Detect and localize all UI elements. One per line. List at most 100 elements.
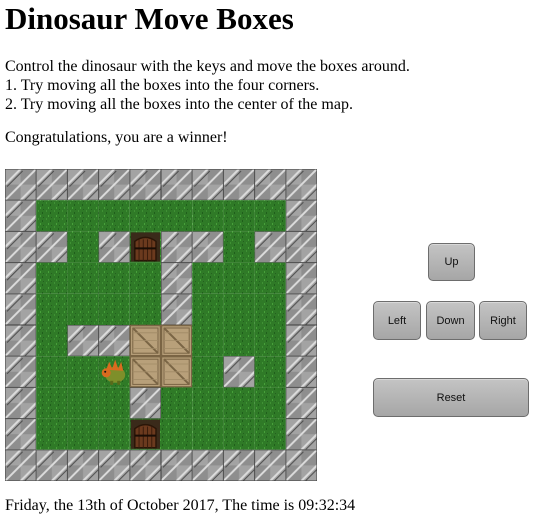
grass-tile bbox=[98, 418, 130, 450]
wall-tile bbox=[285, 418, 317, 450]
grass-tile bbox=[67, 293, 99, 325]
grass-tile bbox=[223, 325, 255, 357]
date-time-footer: Friday, the 13th of October 2017, The ti… bbox=[5, 497, 356, 514]
crate-box bbox=[160, 324, 193, 357]
grass-tile bbox=[67, 262, 99, 294]
wall-tile bbox=[36, 169, 68, 201]
wall-tile bbox=[254, 449, 286, 481]
instruction-intro: Control the dinosaur with the keys and m… bbox=[5, 58, 410, 75]
grass-tile bbox=[192, 200, 224, 232]
left-button[interactable]: Left bbox=[373, 301, 421, 340]
grass-tile bbox=[36, 200, 68, 232]
wall-tile bbox=[5, 200, 37, 232]
grass-tile bbox=[254, 387, 286, 419]
wall-tile bbox=[285, 231, 317, 263]
grass-tile bbox=[223, 387, 255, 419]
wall-tile bbox=[129, 449, 161, 481]
wall-tile bbox=[285, 449, 317, 481]
wall-tile bbox=[5, 356, 37, 388]
wall-tile bbox=[5, 387, 37, 419]
wall-tile bbox=[67, 449, 99, 481]
wall-tile bbox=[254, 169, 286, 201]
grass-tile bbox=[36, 325, 68, 357]
right-button[interactable]: Right bbox=[479, 301, 527, 340]
instruction-goal-corners: 1. Try moving all the boxes into the fou… bbox=[5, 77, 320, 94]
wall-tile bbox=[98, 231, 130, 263]
game-board bbox=[5, 169, 317, 481]
wall-tile bbox=[161, 293, 193, 325]
grass-tile bbox=[36, 293, 68, 325]
grass-tile bbox=[223, 200, 255, 232]
wall-tile bbox=[285, 293, 317, 325]
grass-tile bbox=[67, 418, 99, 450]
grass-tile bbox=[36, 356, 68, 388]
wall-tile bbox=[223, 169, 255, 201]
wall-tile bbox=[36, 231, 68, 263]
grass-tile bbox=[161, 200, 193, 232]
grass-tile bbox=[223, 418, 255, 450]
grass-tile bbox=[254, 262, 286, 294]
grass-tile bbox=[67, 356, 99, 388]
crate-box bbox=[160, 355, 193, 388]
grass-tile bbox=[192, 387, 224, 419]
down-button[interactable]: Down bbox=[426, 301, 475, 340]
wall-tile bbox=[254, 231, 286, 263]
wall-tile bbox=[129, 387, 161, 419]
grass-tile bbox=[223, 262, 255, 294]
wall-tile bbox=[5, 231, 37, 263]
grass-tile bbox=[36, 418, 68, 450]
wall-tile bbox=[98, 449, 130, 481]
wall-tile bbox=[223, 449, 255, 481]
grass-tile bbox=[98, 387, 130, 419]
grass-tile bbox=[129, 262, 161, 294]
door-tile bbox=[130, 419, 160, 449]
wall-tile bbox=[285, 356, 317, 388]
grass-tile bbox=[192, 418, 224, 450]
wall-tile bbox=[192, 449, 224, 481]
wall-tile bbox=[5, 262, 37, 294]
instruction-goal-center: 2. Try moving all the boxes into the cen… bbox=[5, 96, 353, 113]
grass-tile bbox=[67, 231, 99, 263]
grass-tile bbox=[223, 293, 255, 325]
wall-tile bbox=[5, 449, 37, 481]
win-message: Congratulations, you are a winner! bbox=[5, 129, 228, 146]
grass-tile bbox=[254, 356, 286, 388]
grass-tile bbox=[254, 200, 286, 232]
grass-tile bbox=[254, 325, 286, 357]
grass-tile bbox=[254, 418, 286, 450]
wall-tile bbox=[192, 231, 224, 263]
wall-tile bbox=[5, 169, 37, 201]
reset-button[interactable]: Reset bbox=[373, 378, 529, 417]
grass-tile bbox=[67, 200, 99, 232]
door-tile bbox=[130, 232, 160, 262]
wall-tile bbox=[67, 169, 99, 201]
grass-tile bbox=[36, 387, 68, 419]
wall-tile bbox=[161, 449, 193, 481]
grass-tile bbox=[98, 293, 130, 325]
wall-tile bbox=[161, 169, 193, 201]
wall-tile bbox=[98, 169, 130, 201]
page-title: Dinosaur Move Boxes bbox=[5, 1, 294, 36]
up-button[interactable]: Up bbox=[428, 243, 475, 281]
wall-tile bbox=[285, 262, 317, 294]
wall-tile bbox=[285, 325, 317, 357]
grass-tile bbox=[192, 293, 224, 325]
wall-tile bbox=[67, 325, 99, 357]
wall-tile bbox=[223, 356, 255, 388]
grass-tile bbox=[223, 231, 255, 263]
wall-tile bbox=[161, 262, 193, 294]
wall-tile bbox=[36, 449, 68, 481]
wall-tile bbox=[285, 200, 317, 232]
wall-tile bbox=[285, 169, 317, 201]
grass-tile bbox=[98, 262, 130, 294]
wall-tile bbox=[161, 231, 193, 263]
crate-box bbox=[129, 324, 162, 357]
grass-tile bbox=[192, 325, 224, 357]
grass-tile bbox=[192, 356, 224, 388]
crate-box bbox=[129, 355, 162, 388]
wall-tile bbox=[192, 169, 224, 201]
grass-tile bbox=[161, 387, 193, 419]
grass-tile bbox=[129, 293, 161, 325]
wall-tile bbox=[129, 169, 161, 201]
wall-tile bbox=[98, 325, 130, 357]
